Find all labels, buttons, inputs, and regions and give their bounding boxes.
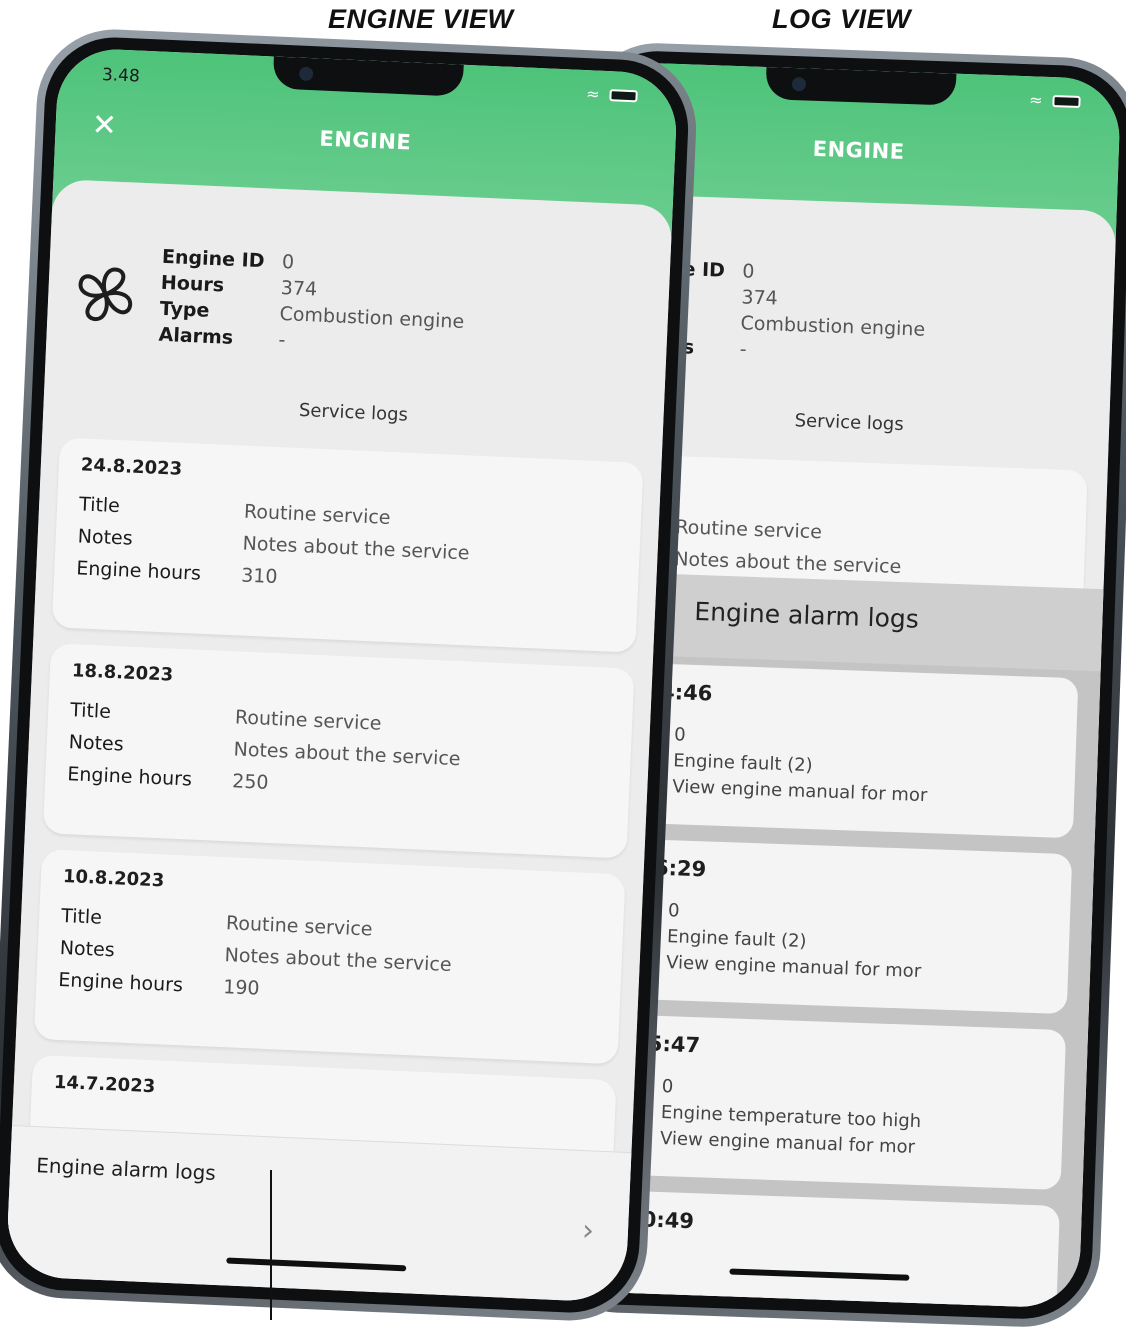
log-view-caption: LOG VIEW — [772, 4, 911, 34]
wifi-icon: ≈ — [1028, 90, 1043, 110]
callout-line — [270, 1170, 272, 1320]
camera-icon — [791, 76, 807, 92]
status-icons: ≈ — [586, 84, 638, 105]
engine-hours-label: Engine hours — [66, 763, 193, 791]
content-sheet: Engine ID0 Hours374 TypeCombustion engin… — [5, 178, 673, 1303]
camera-icon — [298, 66, 314, 82]
engine-view-screen: 3.48 ≈ ✕ ENGINE Engine ID 0 Hours 374 Ty… — [5, 47, 679, 1303]
status-time: 3.48 — [101, 64, 141, 87]
engine-hours-label: Engine hours — [57, 968, 184, 997]
service-logs-heading: Service logs — [298, 399, 409, 426]
service-title-value: Routine service — [675, 516, 823, 544]
engine-hours-label: Engine hours — [75, 557, 202, 585]
engine-alarm-logs-label: Engine alarm logs — [35, 1153, 217, 1185]
engine-view-phone: 3.48 ≈ ✕ ENGINE Engine ID 0 Hours 374 Ty… — [0, 26, 700, 1324]
service-date: 10.8.2023 — [62, 866, 165, 892]
engine-info: Engine ID0 Hours374 TypeCombustion engin… — [45, 239, 670, 396]
wifi-icon: ≈ — [585, 84, 600, 104]
service-log-card[interactable]: 18.8.2023 Title Routine service Notes Note… — [42, 643, 635, 859]
battery-icon — [1052, 94, 1081, 108]
service-notes-value: Notes about the service — [673, 548, 902, 579]
service-date: 18.8.2023 — [71, 660, 174, 686]
status-icons: ≈ — [1029, 90, 1081, 111]
service-log-card[interactable]: 24.8.2023 Title Routine service Notes Note… — [51, 437, 644, 653]
hours-value: 374 — [741, 286, 779, 310]
service-date: 14.7.2023 — [53, 1071, 156, 1098]
engine-alarm-logs-link[interactable]: Engine alarm logs › — [5, 1125, 632, 1303]
hours-value: 374 — [280, 276, 318, 301]
alarms-label: Alarms — [158, 323, 234, 349]
chevron-right-icon: › — [581, 1213, 595, 1249]
battery-icon — [609, 88, 638, 102]
alarms-value: - — [278, 328, 286, 352]
engine-view-caption: ENGINE VIEW — [328, 4, 514, 34]
engine-hours-value: 250 — [231, 770, 269, 794]
alarms-value: - — [739, 338, 747, 361]
engine-fan-icon — [78, 267, 133, 322]
engine-hours-value: 190 — [222, 976, 260, 1000]
engine-id-value: 0 — [281, 250, 295, 274]
alarm-logs-title: Engine alarm logs — [693, 596, 920, 634]
service-log-card[interactable]: 10.8.2023 Title Routine service Notes Note… — [33, 849, 626, 1065]
notch — [765, 67, 957, 106]
engine-hours-value: 310 — [240, 564, 278, 589]
service-date: 24.8.2023 — [80, 454, 183, 480]
engine-id-value: 0 — [741, 260, 755, 283]
